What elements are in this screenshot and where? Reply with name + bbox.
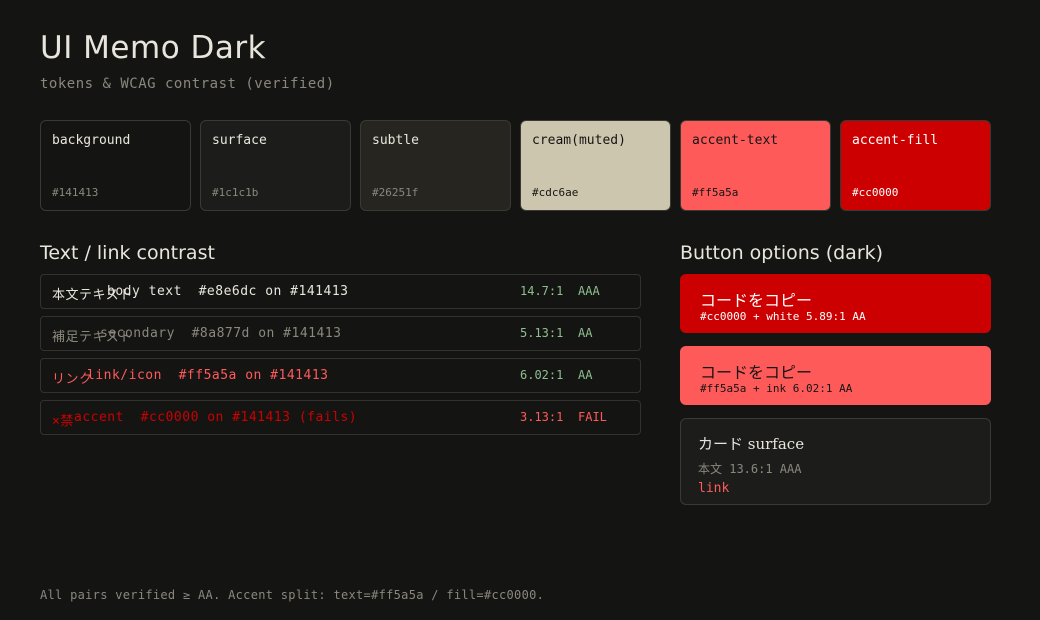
row-ratio: 5.13:1 bbox=[520, 326, 564, 340]
swatch-hex: #ff5a5a bbox=[692, 186, 739, 199]
swatch-subtle: subtle #26251f bbox=[360, 120, 511, 211]
swatch-cream-muted: cream(muted) #cdc6ae bbox=[520, 120, 671, 211]
card-title: カード surface bbox=[698, 435, 805, 453]
row-description: accent #cc0000 on #141413 (fails) bbox=[74, 410, 358, 425]
swatch-background: background #141413 bbox=[40, 120, 191, 211]
copy-code-button-text[interactable]: コードをコピー #ff5a5a + ink 6.02:1 AA bbox=[680, 346, 991, 405]
color-swatches: background #141413 surface #1c1c1b subtl… bbox=[40, 120, 991, 211]
page-subtitle: tokens & WCAG contrast (verified) bbox=[40, 76, 335, 92]
swatch-name: background bbox=[52, 133, 131, 148]
contrast-row-accent-fail: ×禁 accent #cc0000 on #141413 (fails) 3.1… bbox=[40, 400, 641, 435]
button-label: コードをコピー bbox=[700, 291, 813, 310]
contrast-row-body: 本文テキスト body text #e8e6dc on #141413 14.7… bbox=[40, 274, 641, 309]
swatch-surface: surface #1c1c1b bbox=[200, 120, 351, 211]
button-meta: #cc0000 + white 5.89:1 AA bbox=[700, 310, 866, 323]
button-meta: #ff5a5a + ink 6.02:1 AA bbox=[700, 382, 853, 395]
row-description: link/icon #ff5a5a on #141413 bbox=[87, 368, 329, 383]
contrast-list: 本文テキスト body text #e8e6dc on #141413 14.7… bbox=[40, 274, 641, 442]
row-grade: FAIL bbox=[578, 410, 607, 424]
row-description: body text #e8e6dc on #141413 bbox=[107, 284, 349, 299]
swatch-name: accent-text bbox=[692, 133, 779, 148]
surface-card: カード surface 本文 13.6:1 AAA link bbox=[680, 418, 991, 505]
text-contrast-heading: Text / link contrast bbox=[40, 242, 215, 264]
swatch-name: subtle bbox=[372, 133, 419, 148]
swatch-name: surface bbox=[212, 133, 267, 148]
swatch-name: cream(muted) bbox=[532, 133, 626, 148]
button-options-heading: Button options (dark) bbox=[680, 242, 884, 264]
footer-note: All pairs verified ≥ AA. Accent split: t… bbox=[40, 588, 545, 602]
copy-code-button-fill[interactable]: コードをコピー #cc0000 + white 5.89:1 AA bbox=[680, 274, 991, 333]
button-label: コードをコピー bbox=[700, 363, 813, 382]
card-link[interactable]: link bbox=[698, 481, 729, 496]
row-description: secondary #8a877d on #141413 bbox=[100, 326, 342, 341]
row-grade: AA bbox=[578, 326, 593, 340]
row-ratio: 14.7:1 bbox=[520, 284, 564, 298]
swatch-hex: #cc0000 bbox=[852, 186, 899, 199]
swatch-hex: #141413 bbox=[52, 186, 99, 199]
swatch-name: accent-fill bbox=[852, 133, 939, 148]
row-grade: AA bbox=[578, 368, 593, 382]
contrast-row-link: リンク link/icon #ff5a5a on #141413 6.02:1 … bbox=[40, 358, 641, 393]
card-meta: 本文 13.6:1 AAA bbox=[698, 462, 802, 476]
swatch-accent-text: accent-text #ff5a5a bbox=[680, 120, 831, 211]
page-title: UI Memo Dark bbox=[40, 30, 267, 66]
row-ratio: 6.02:1 bbox=[520, 368, 564, 382]
swatch-hex: #26251f bbox=[372, 186, 419, 199]
row-grade: AAA bbox=[578, 284, 600, 298]
swatch-hex: #cdc6ae bbox=[532, 186, 579, 199]
row-ratio: 3.13:1 bbox=[520, 410, 564, 424]
swatch-hex: #1c1c1b bbox=[212, 186, 259, 199]
contrast-row-secondary: 補足テキスト secondary #8a877d on #141413 5.13… bbox=[40, 316, 641, 351]
row-sample: ×禁 bbox=[52, 414, 74, 429]
swatch-accent-fill: accent-fill #cc0000 bbox=[840, 120, 991, 211]
